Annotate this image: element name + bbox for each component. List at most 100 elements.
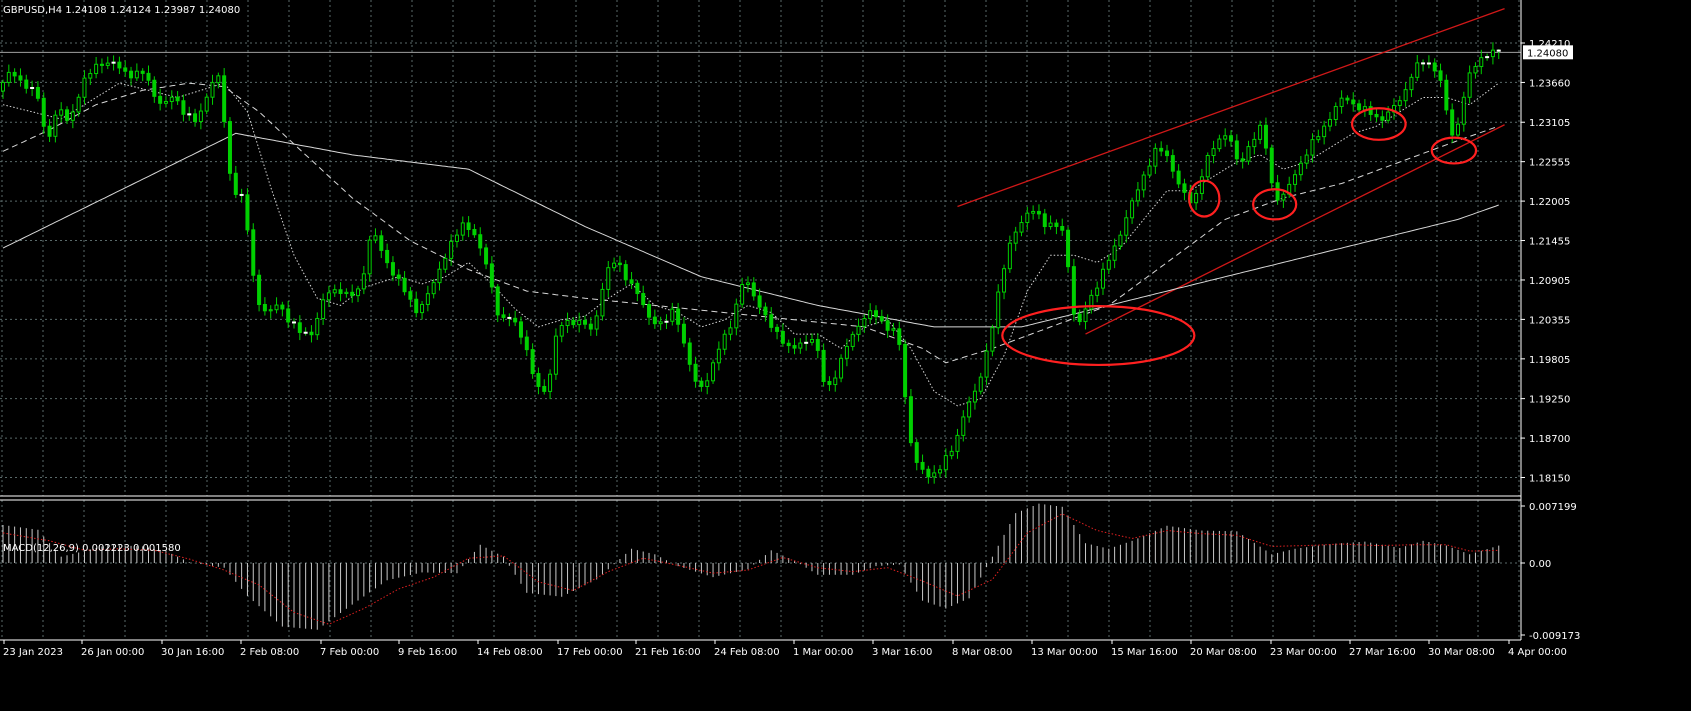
candle-body: [1002, 268, 1007, 293]
candle-body: [478, 234, 483, 249]
candle-body: [344, 291, 349, 294]
candle-body: [140, 70, 145, 74]
candle-body: [379, 235, 384, 251]
candle-body: [1060, 225, 1065, 231]
candle-body: [204, 96, 209, 112]
candle-body: [1124, 217, 1129, 236]
candle-body: [53, 114, 58, 137]
price-tick-label: 1.20355: [1529, 315, 1570, 326]
candle-body: [740, 284, 745, 305]
candle-body: [1135, 189, 1140, 202]
time-tick-label: 2 Feb 08:00: [240, 647, 299, 658]
candle-body: [652, 316, 657, 325]
candle-body: [65, 109, 70, 121]
candle-body: [681, 323, 686, 344]
candle-body: [152, 79, 157, 97]
candle-body: [1100, 268, 1105, 289]
candle-body: [1339, 97, 1344, 108]
candle-body: [757, 295, 762, 308]
candle-body: [914, 442, 919, 463]
moving-averages: [2, 82, 1499, 407]
candle-body: [210, 82, 215, 98]
candle-body: [1432, 62, 1437, 72]
candle-body: [938, 469, 943, 474]
time-axis-labels: 23 Jan 2023 26 Jan 00:00 30 Jan 16:00 2 Feb…: [3, 640, 1567, 658]
candle-body: [897, 328, 902, 345]
candle-body: [583, 319, 587, 325]
price-tick-label: 1.22005: [1529, 197, 1570, 208]
time-tick-label: 30 Mar 08:00: [1428, 647, 1495, 658]
candle-body: [18, 75, 23, 81]
candle-body: [222, 75, 227, 123]
candle-body: [280, 304, 285, 310]
candle-body: [24, 79, 29, 89]
candle-body: [1403, 89, 1408, 102]
macd-axis-labels: 0.007199 0.00 -0.009173: [1521, 502, 1580, 642]
candle-body: [315, 317, 320, 336]
candle-body: [70, 111, 75, 121]
candle-body: [769, 314, 774, 328]
candle-body: [1281, 193, 1286, 201]
macd-histogram: [2, 503, 1500, 630]
candle-body: [1240, 158, 1245, 162]
candle-body: [1456, 123, 1460, 136]
candle-body: [12, 71, 17, 77]
candle-body: [326, 292, 331, 301]
time-tick-label: 21 Feb 16:00: [635, 647, 701, 658]
candle-body: [1229, 135, 1234, 142]
candle-body: [530, 349, 535, 375]
highlight-circle: [1252, 188, 1298, 221]
candle-body: [955, 434, 960, 452]
candle-body: [1461, 96, 1466, 125]
price-tick-label: 1.18700: [1529, 434, 1570, 445]
candle-body: [1054, 222, 1059, 227]
candle-body: [879, 316, 884, 322]
candle-body: [99, 63, 104, 66]
candle-body: [41, 97, 46, 127]
candle-body: [1141, 174, 1146, 191]
highlight-circle: [1001, 305, 1196, 367]
moving-average-dotted: [2, 82, 1499, 407]
candle-body: [367, 239, 372, 275]
candle-body: [262, 303, 267, 312]
candle-body: [1194, 192, 1199, 204]
candle-body: [780, 330, 785, 344]
candle-body: [454, 234, 459, 242]
candle-body: [356, 288, 361, 297]
channel-line: [957, 7, 1505, 208]
price-tick-label: 1.19805: [1529, 355, 1570, 366]
candle-body: [1031, 210, 1036, 214]
candle-body: [88, 73, 93, 79]
candle-body: [815, 339, 820, 351]
candle-body: [1066, 229, 1071, 268]
candle-body: [664, 320, 669, 323]
candle-body: [1275, 182, 1280, 201]
time-tick-label: 15 Mar 16:00: [1111, 647, 1178, 658]
candle-body: [1316, 136, 1321, 141]
candle-body: [321, 299, 326, 319]
candle-body: [227, 121, 232, 174]
candle-body: [1258, 124, 1263, 140]
candle-body: [1095, 287, 1100, 296]
candle-body: [763, 306, 768, 316]
candle-body: [1374, 113, 1379, 118]
candle-body: [134, 70, 139, 79]
candle-body: [926, 468, 931, 478]
candle-body: [1304, 154, 1309, 164]
candle-body: [1165, 150, 1169, 157]
macd-signal-line: [2, 513, 1499, 625]
time-tick-label: 8 Mar 08:00: [952, 647, 1012, 658]
candle-body: [1409, 76, 1414, 91]
candle-body: [1211, 148, 1216, 157]
candle-body: [6, 71, 11, 83]
candle-body: [1444, 79, 1449, 111]
candle-body: [705, 380, 710, 387]
candle-body: [1217, 138, 1222, 150]
candle-body: [728, 327, 733, 335]
candle-body: [885, 320, 890, 331]
candle-body: [1176, 170, 1181, 185]
candle-body: [722, 333, 727, 350]
candle-body: [1263, 124, 1268, 149]
time-tick-label: 1 Mar 00:00: [793, 647, 853, 658]
candle-body: [996, 291, 1001, 329]
